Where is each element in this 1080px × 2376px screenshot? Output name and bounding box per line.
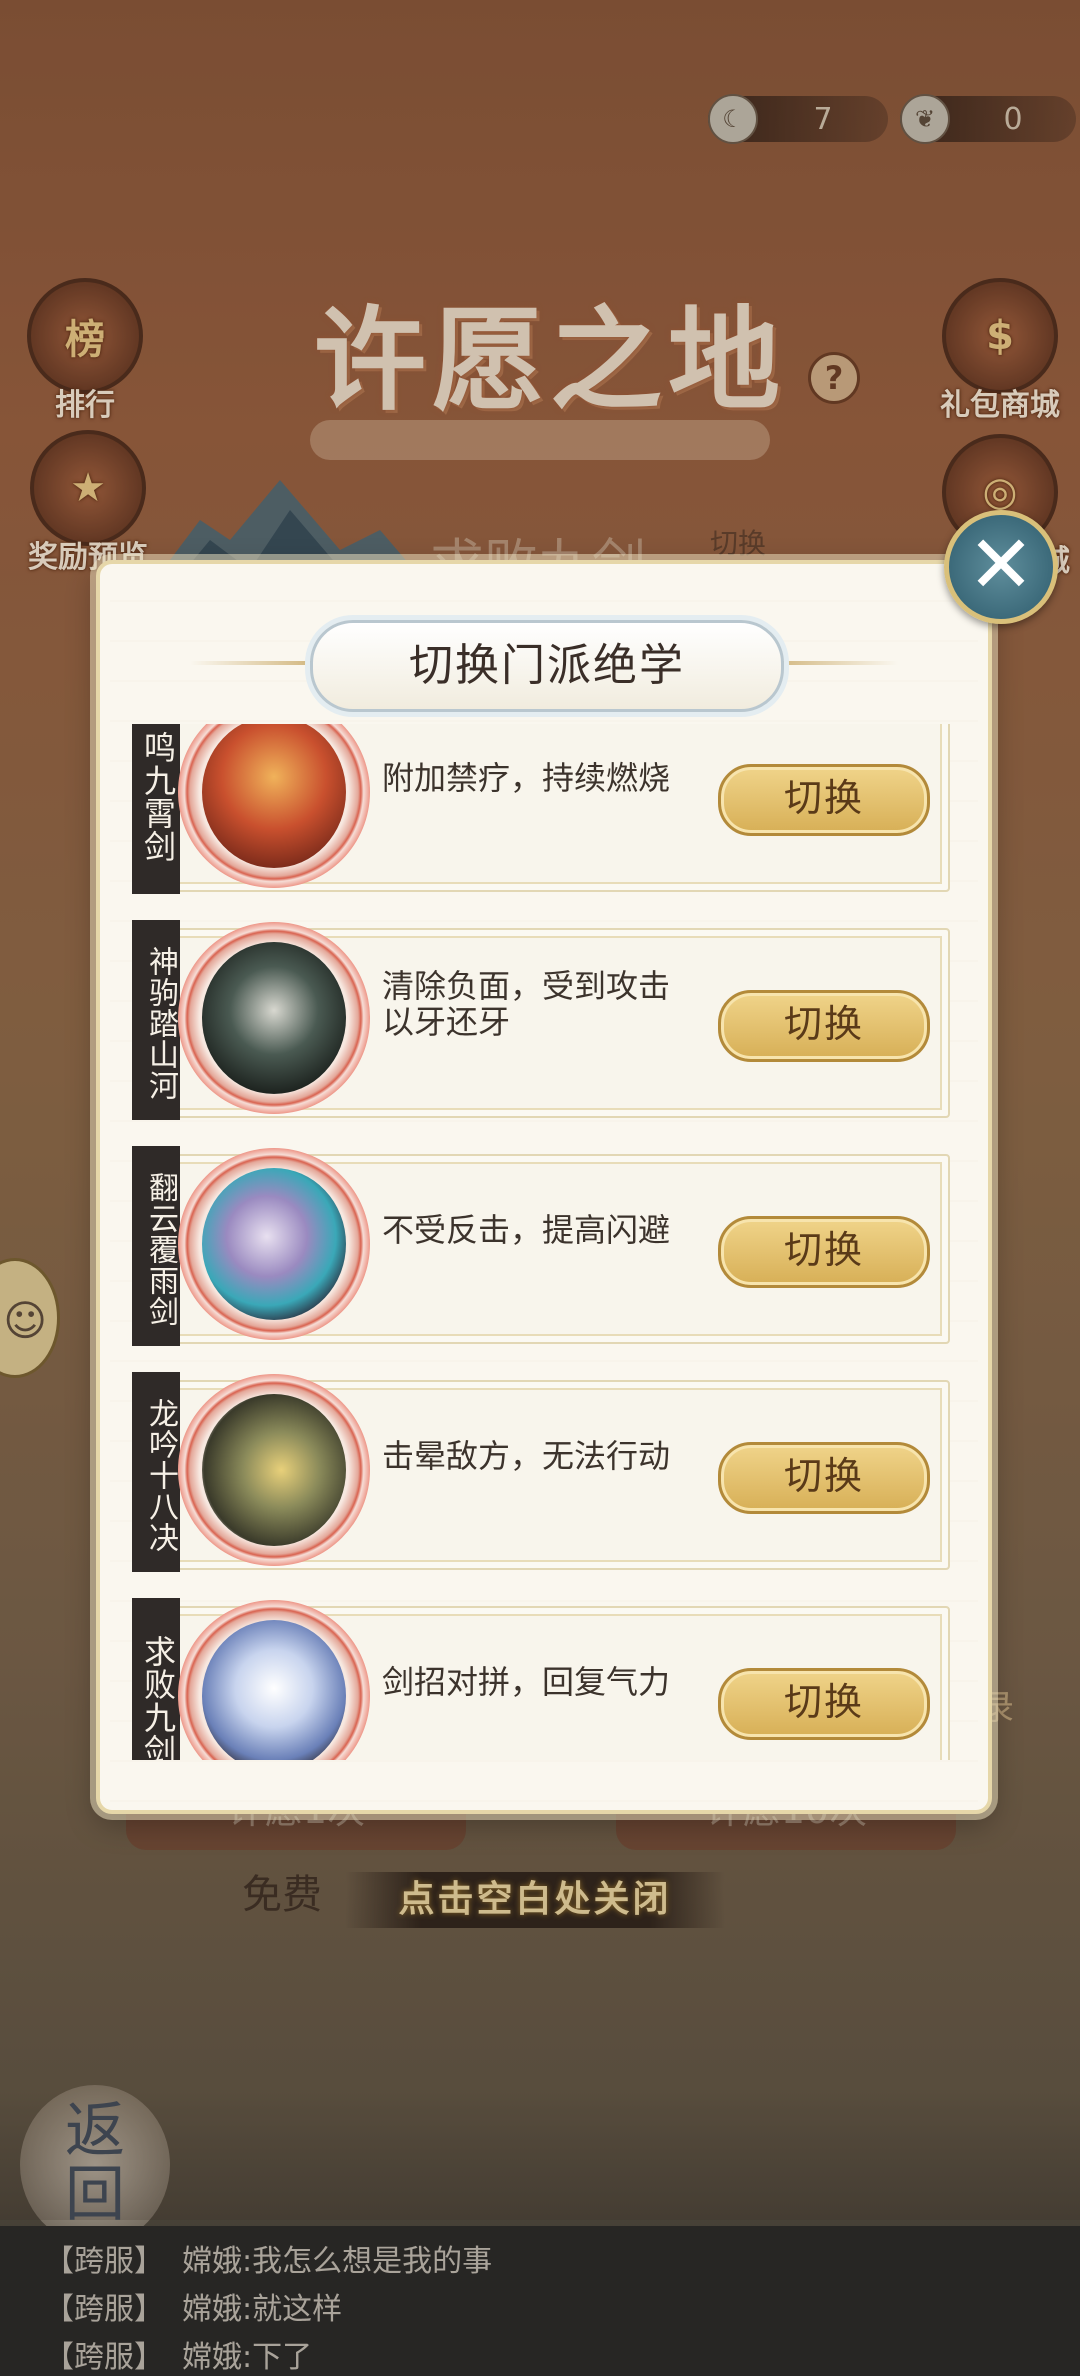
skill-description: 剑招对拼，回复气力 (382, 1663, 671, 1701)
chat-channel: 【跨服】 (44, 2244, 164, 2279)
modal-title-banner: 切换门派绝学 (310, 620, 784, 712)
switch-skill-modal: 切换门派绝学 鸣九霄剑 附加禁疗，持续燃烧 切换 神驹踏山河 清除负面，受到攻击… (96, 560, 992, 1814)
skill-list[interactable]: 鸣九霄剑 附加禁疗，持续燃烧 切换 神驹踏山河 清除负面，受到攻击以牙还牙 切换… (128, 724, 960, 1760)
chat-text: 下了 (252, 2340, 313, 2375)
modal-title: 切换门派绝学 (310, 620, 784, 712)
chat-message: 【跨服】 嫦娥:我怎么想是我的事 (44, 2236, 492, 2280)
skill-name: 龙吟十八决 (132, 1372, 180, 1572)
chat-sender: 嫦娥: (182, 2244, 253, 2279)
skill-portrait (178, 922, 370, 1114)
skill-name: 神驹踏山河 (132, 920, 180, 1120)
skill-row: 翻云覆雨剑 不受反击，提高闪避 切换 (128, 1146, 960, 1366)
close-icon[interactable]: ✕ (944, 510, 1058, 624)
chat-message: 【跨服】 嫦娥:下了 (44, 2332, 312, 2376)
switch-button[interactable]: 切换 (718, 1668, 930, 1740)
skill-description: 附加禁疗，持续燃烧 (382, 759, 671, 797)
character-art-icon (202, 942, 346, 1094)
chat-channel: 【跨服】 (44, 2340, 164, 2375)
chat-text: 就这样 (252, 2292, 343, 2327)
switch-button[interactable]: 切换 (718, 1442, 930, 1514)
skill-description: 清除负面，受到攻击以牙还牙 (382, 967, 671, 1041)
skill-name: 求败九剑 (132, 1598, 180, 1760)
chat-text: 我怎么想是我的事 (252, 2244, 493, 2279)
chat-channel: 【跨服】 (44, 2292, 164, 2327)
character-art-icon (202, 724, 346, 868)
skill-description: 击晕敌方，无法行动 (382, 1437, 671, 1475)
chat-panel[interactable]: 【跨服】 嫦娥:我怎么想是我的事 【跨服】 嫦娥:就这样 【跨服】 嫦娥:下了 (0, 2226, 1080, 2376)
switch-button[interactable]: 切换 (718, 764, 930, 836)
skill-row: 龙吟十八决 击晕敌方，无法行动 切换 (128, 1372, 960, 1592)
character-art-icon (202, 1394, 346, 1546)
skill-name: 鸣九霄剑 (132, 724, 180, 894)
skill-name: 翻云覆雨剑 (132, 1146, 180, 1346)
skill-description: 不受反击，提高闪避 (382, 1211, 671, 1249)
chat-sender: 嫦娥: (182, 2292, 253, 2327)
skill-portrait (178, 1148, 370, 1340)
skill-portrait (178, 1374, 370, 1566)
switch-button[interactable]: 切换 (718, 990, 930, 1062)
character-art-icon (202, 1620, 346, 1760)
character-art-icon (202, 1168, 346, 1320)
skill-row: 求败九剑 剑招对拼，回复气力 切换 (128, 1598, 960, 1760)
chat-sender: 嫦娥: (182, 2340, 253, 2375)
skill-row: 鸣九霄剑 附加禁疗，持续燃烧 切换 (128, 724, 960, 914)
switch-button[interactable]: 切换 (718, 1216, 930, 1288)
chat-message: 【跨服】 嫦娥:就这样 (44, 2284, 342, 2328)
skill-row: 神驹踏山河 清除负面，受到攻击以牙还牙 切换 (128, 920, 960, 1140)
